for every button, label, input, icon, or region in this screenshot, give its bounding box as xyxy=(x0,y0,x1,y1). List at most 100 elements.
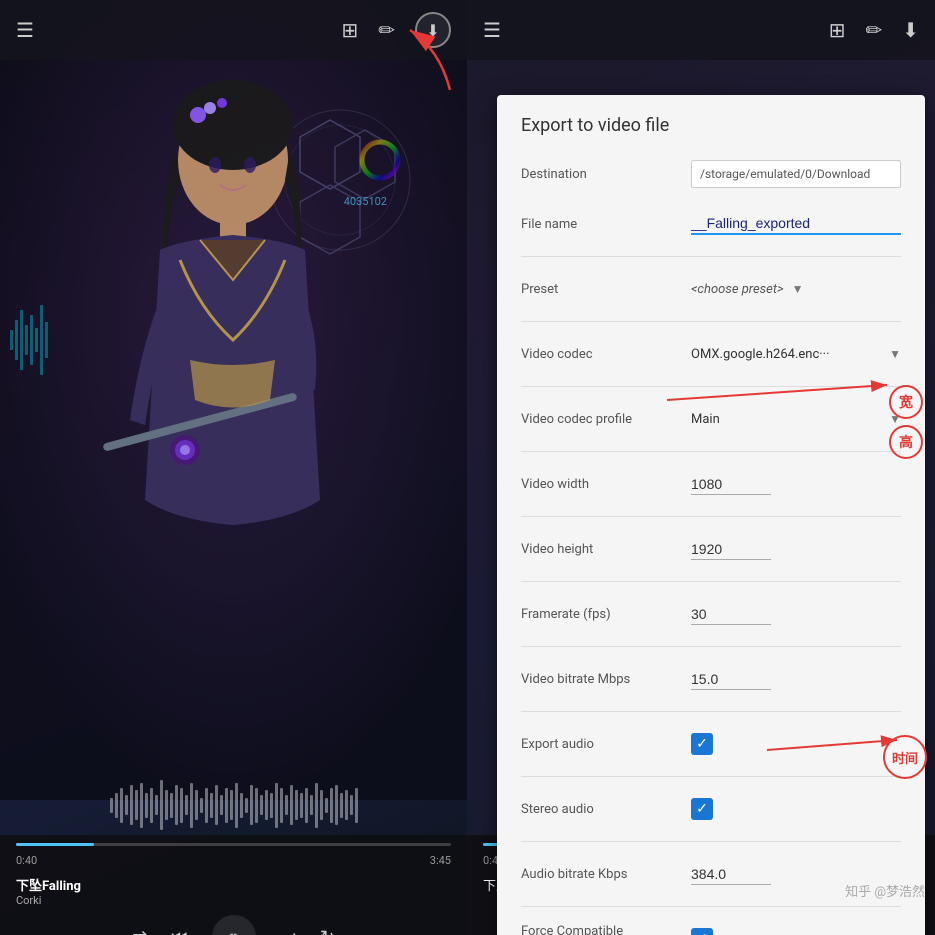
force-compat-checkbox[interactable]: ✓ xyxy=(691,928,713,935)
waveform-bar xyxy=(120,788,123,823)
grid-icon-left[interactable]: ⊞ xyxy=(341,18,358,42)
waveform-bar xyxy=(310,795,313,815)
video-height-input[interactable] xyxy=(691,539,771,560)
preset-row: Preset <choose preset> ▼ xyxy=(521,271,901,307)
export-dialog: Export to video file Destination /storag… xyxy=(497,95,925,935)
video-width-input[interactable] xyxy=(691,474,771,495)
pencil-icon-right[interactable]: ✏ xyxy=(865,18,882,42)
codec-profile-value: Main xyxy=(691,412,881,427)
next-button[interactable]: ⏭ xyxy=(280,927,296,935)
divider-6 xyxy=(521,581,901,582)
waveform-bar xyxy=(150,788,153,823)
video-codec-row: Video codec OMX.google.h264.enc··· ▼ xyxy=(521,336,901,372)
export-icon-right[interactable]: ⬇ xyxy=(902,18,919,42)
filename-label: File name xyxy=(521,217,691,232)
divider-7 xyxy=(521,646,901,647)
divider-4 xyxy=(521,451,901,452)
audio-bitrate-label: Audio bitrate Kbps xyxy=(521,867,691,882)
codec-profile-select[interactable]: Main ▼ xyxy=(691,412,901,427)
toolbar-left: ☰ ⊞ ✏ ⬇ xyxy=(0,0,467,60)
divider-3 xyxy=(521,386,901,387)
bitrate-input[interactable] xyxy=(691,669,771,690)
waveform-bar xyxy=(330,788,333,823)
preset-value: <choose preset> xyxy=(691,282,784,297)
audio-bitrate-input[interactable] xyxy=(691,864,771,885)
codec-dropdown-arrow: ▼ xyxy=(889,347,901,361)
waveform-bar xyxy=(115,793,118,818)
waveform-bar xyxy=(300,793,303,818)
divider-8 xyxy=(521,711,901,712)
force-compat-row: Force Compatible Width/Height ✓ xyxy=(521,921,901,935)
preset-select[interactable]: <choose preset> ▼ xyxy=(691,282,901,297)
waveform-bar xyxy=(190,783,193,828)
right-panel: ☰ ⊞ ✏ ⬇ Export to video file Destination… xyxy=(467,0,935,935)
song-artist-left: Corki xyxy=(16,894,81,907)
stereo-audio-checkbox[interactable]: ✓ xyxy=(691,798,713,820)
waveform-bar xyxy=(205,788,208,823)
waveform-bar xyxy=(145,793,148,818)
waveform-bar xyxy=(295,790,298,820)
pause-button[interactable]: ⏸ xyxy=(212,915,256,935)
divider-1 xyxy=(521,256,901,257)
current-time-left: 0:40 xyxy=(16,854,37,867)
export-audio-label: Export audio xyxy=(521,737,691,752)
filename-row: File name xyxy=(521,206,901,242)
video-width-label: Video width xyxy=(521,477,691,492)
video-codec-label: Video codec xyxy=(521,347,691,362)
watermark: 知乎 @梦浩然 xyxy=(845,881,925,900)
time-labels: 0:40 3:45 xyxy=(16,854,451,867)
waveform-bar xyxy=(305,788,308,823)
destination-row: Destination /storage/emulated/0/Download xyxy=(521,156,901,192)
waveform-bar xyxy=(180,788,183,823)
waveform-bar xyxy=(260,795,263,815)
grid-icon-right[interactable]: ⊞ xyxy=(829,18,846,42)
waveform-bar xyxy=(210,793,213,818)
menu-icon-right[interactable]: ☰ xyxy=(483,18,501,42)
divider-10 xyxy=(521,841,901,842)
export-audio-checkbox[interactable]: ✓ xyxy=(691,733,713,755)
waveform-bar xyxy=(170,793,173,818)
waveform-bar xyxy=(220,795,223,815)
waveform-bar xyxy=(340,793,343,818)
prev-button[interactable]: ⏮ xyxy=(171,927,187,935)
waveform-bar xyxy=(270,793,273,818)
progress-bar[interactable] xyxy=(16,843,451,846)
waveform-bar xyxy=(285,795,288,815)
waveform-bar xyxy=(345,790,348,820)
framerate-input[interactable] xyxy=(691,604,771,625)
waveform-bar xyxy=(325,798,328,813)
waveform-bar xyxy=(275,783,278,828)
framerate-label: Framerate (fps) xyxy=(521,607,691,622)
export-circle-button[interactable]: ⬇ xyxy=(415,12,451,48)
divider-9 xyxy=(521,776,901,777)
waveform-bar xyxy=(225,788,228,823)
filename-input[interactable] xyxy=(691,213,901,235)
dialog-title: Export to video file xyxy=(521,115,901,136)
player-controls-left: 0:40 3:45 下坠Falling Corki ⇄ ⏮ ⏸ ⏭ ↻ xyxy=(0,835,467,935)
waveform-bar xyxy=(200,798,203,813)
codec-profile-label: Video codec profile xyxy=(521,412,691,427)
waveform-bar xyxy=(125,795,128,815)
stereo-audio-row: Stereo audio ✓ xyxy=(521,791,901,827)
menu-icon[interactable]: ☰ xyxy=(16,18,34,42)
divider-2 xyxy=(521,321,901,322)
waveform-bar xyxy=(315,783,318,828)
preset-label: Preset xyxy=(521,282,691,297)
divider-11 xyxy=(521,906,901,907)
destination-label: Destination xyxy=(521,167,691,182)
waveform-bar xyxy=(350,795,353,815)
waveform-bar xyxy=(155,795,158,815)
video-codec-select[interactable]: OMX.google.h264.enc··· ▼ xyxy=(691,347,901,362)
shuffle-button[interactable]: ⇄ xyxy=(132,927,147,935)
waveform-bar xyxy=(240,793,243,818)
audio-bitrate-row: Audio bitrate Kbps xyxy=(521,856,901,892)
framerate-row: Framerate (fps) xyxy=(521,596,901,632)
repeat-button[interactable]: ↻ xyxy=(320,927,335,935)
waveform-bar xyxy=(335,785,338,825)
export-circle-icon: ⬇ xyxy=(426,21,439,40)
force-compat-label: Force Compatible Width/Height xyxy=(521,924,691,935)
destination-value[interactable]: /storage/emulated/0/Download xyxy=(691,160,901,188)
pencil-icon-left[interactable]: ✏ xyxy=(378,18,395,42)
waveform-bar xyxy=(215,785,218,825)
waveform-bar xyxy=(245,798,248,813)
